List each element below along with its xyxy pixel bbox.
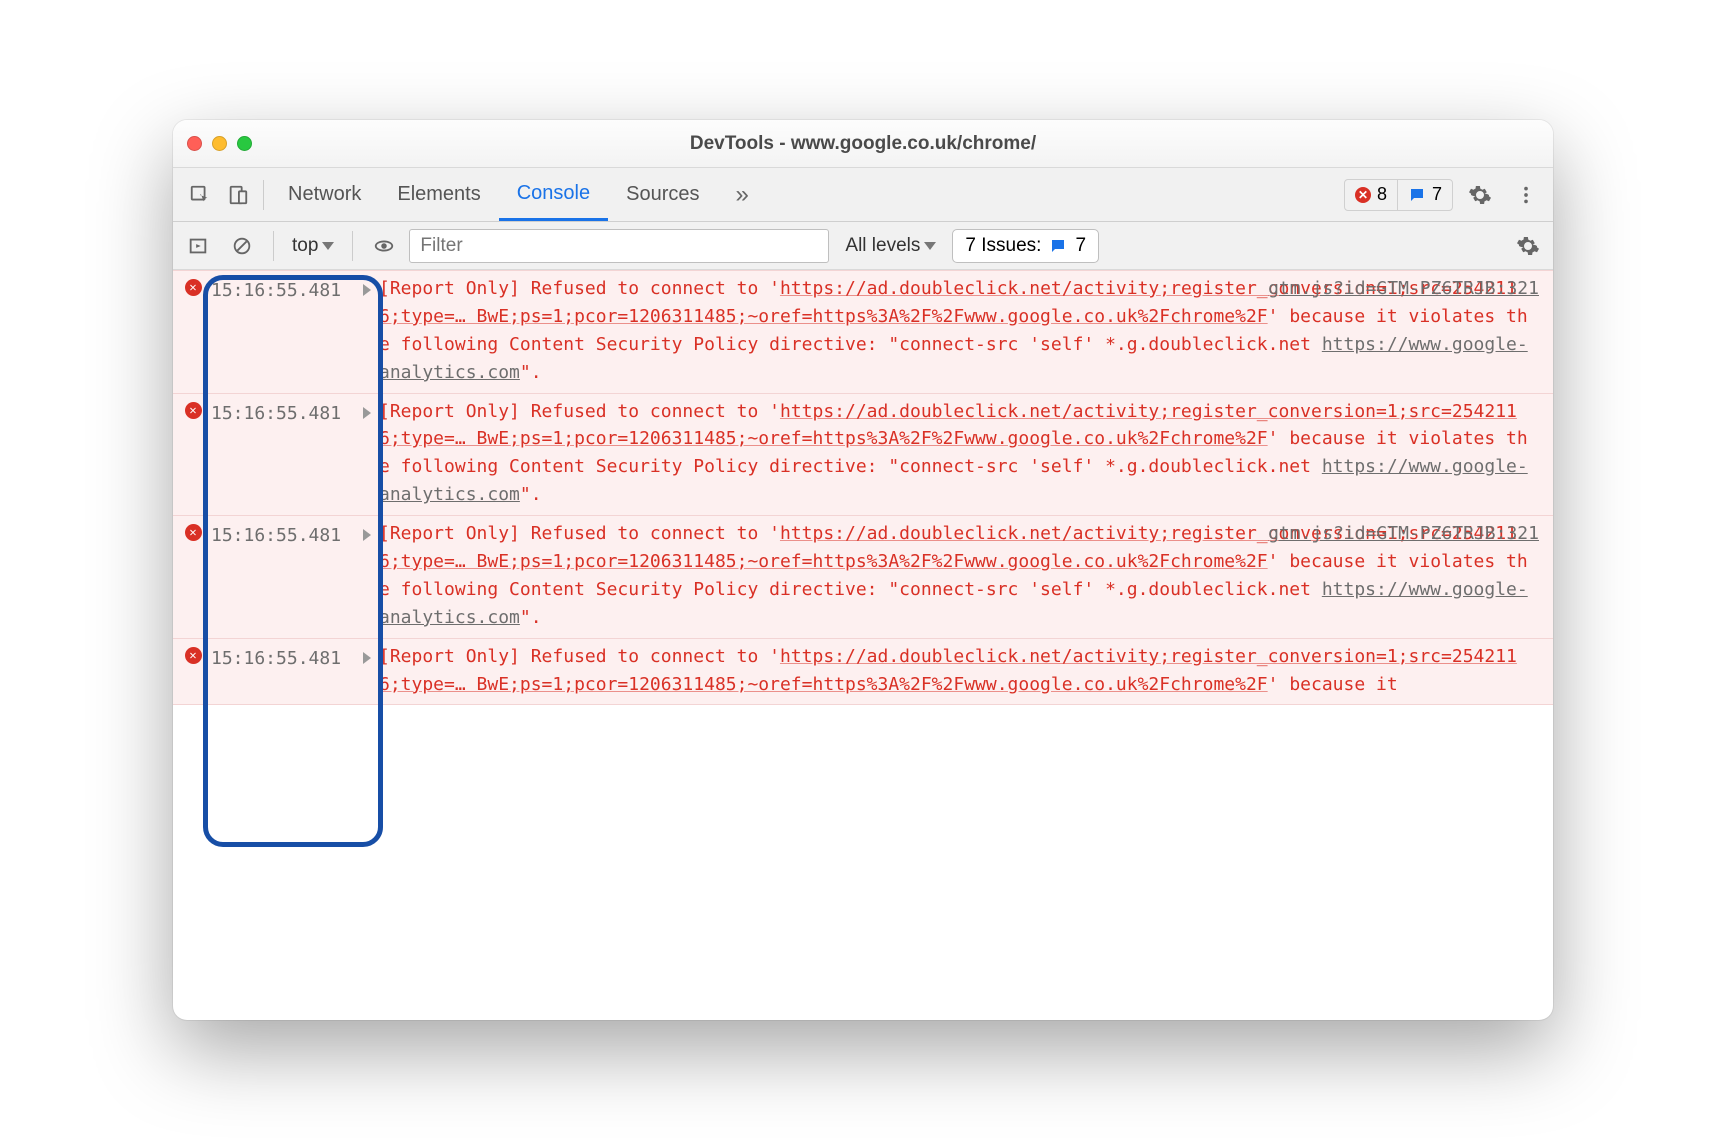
tabs-overflow[interactable]: » (718, 168, 767, 221)
log-timestamp: 15:16:55.481 (203, 275, 363, 387)
expand-icon[interactable] (363, 643, 379, 699)
log-source-link[interactable]: gtm.js?id=GTM-PZ6TRJB:321 (1268, 275, 1539, 303)
message-icon (1408, 186, 1426, 204)
tab-sources[interactable]: Sources (608, 168, 717, 221)
window-title: DevTools - www.google.co.uk/chrome/ (173, 133, 1553, 155)
console-toolbar: top All levels 7 Issues: 7 (173, 222, 1553, 270)
log-timestamp: 15:16:55.481 (203, 520, 363, 632)
tab-network[interactable]: Network (270, 168, 379, 221)
console-log-row[interactable]: ✕15:16:55.481[Report Only] Refused to co… (173, 394, 1553, 517)
divider (263, 180, 264, 210)
device-toolbar-icon[interactable] (219, 176, 257, 214)
log-timestamp: 15:16:55.481 (203, 398, 363, 510)
chevron-down-icon (322, 242, 334, 250)
level-label: All levels (845, 235, 920, 257)
message-count: 7 (1432, 184, 1442, 205)
panel-tabs: Network Elements Console Sources » (270, 168, 767, 221)
expand-icon[interactable] (363, 520, 379, 632)
error-badge[interactable]: ✕ 8 (1345, 180, 1397, 210)
tab-console[interactable]: Console (499, 168, 608, 221)
issues-label: 7 Issues: (965, 235, 1041, 257)
context-selector[interactable]: top (286, 235, 340, 257)
console-log-row[interactable]: ✕15:16:55.481[Report Only] Refused to co… (173, 516, 1553, 639)
tabbar-right: ✕ 8 7 (1344, 176, 1545, 214)
zoom-window-button[interactable] (237, 136, 252, 151)
log-source-link[interactable]: gtm.js?id=GTM-PZ6TRJB:321 (1268, 520, 1539, 548)
context-label: top (292, 235, 318, 257)
more-menu-icon[interactable] (1507, 176, 1545, 214)
chevron-down-icon (924, 242, 936, 250)
show-sidebar-icon[interactable] (179, 227, 217, 265)
issues-button[interactable]: 7 Issues: 7 (952, 229, 1099, 263)
divider (352, 231, 353, 261)
message-icon (1049, 237, 1067, 255)
main-tabbar: Network Elements Console Sources » ✕ 8 7 (173, 168, 1553, 222)
error-count: 8 (1377, 184, 1387, 205)
settings-icon[interactable] (1461, 176, 1499, 214)
console-log-row[interactable]: ✕15:16:55.481 [Report Only] Refused to co… (173, 639, 1553, 706)
console-settings-icon[interactable] (1509, 227, 1547, 265)
log-timestamp: 15:16:55.481 (203, 643, 363, 699)
inspect-element-icon[interactable] (181, 176, 219, 214)
filter-input[interactable] (409, 229, 829, 263)
log-message: [Report Only] Refused to connect to 'htt… (379, 643, 1543, 699)
console-log-row[interactable]: ✕15:16:55.481[Report Only] Refused to co… (173, 270, 1553, 394)
tab-elements[interactable]: Elements (379, 168, 498, 221)
live-expression-icon[interactable] (365, 227, 403, 265)
status-badges[interactable]: ✕ 8 7 (1344, 179, 1453, 211)
error-icon: ✕ (183, 643, 203, 699)
expand-icon[interactable] (363, 398, 379, 510)
window-controls (187, 136, 252, 151)
expand-icon[interactable] (363, 275, 379, 387)
clear-console-icon[interactable] (223, 227, 261, 265)
close-window-button[interactable] (187, 136, 202, 151)
devtools-window: DevTools - www.google.co.uk/chrome/ Netw… (173, 120, 1553, 1020)
titlebar: DevTools - www.google.co.uk/chrome/ (173, 120, 1553, 168)
divider (273, 231, 274, 261)
console-output: ✕15:16:55.481[Report Only] Refused to co… (173, 270, 1553, 1020)
error-icon: ✕ (183, 520, 203, 632)
error-icon: ✕ (183, 275, 203, 387)
messages-badge[interactable]: 7 (1397, 180, 1452, 210)
error-icon: ✕ (183, 398, 203, 510)
log-level-selector[interactable]: All levels (845, 235, 936, 257)
log-message: [Report Only] Refused to connect to 'htt… (379, 398, 1543, 510)
error-icon: ✕ (1355, 187, 1371, 203)
minimize-window-button[interactable] (212, 136, 227, 151)
issues-count: 7 (1075, 235, 1086, 257)
